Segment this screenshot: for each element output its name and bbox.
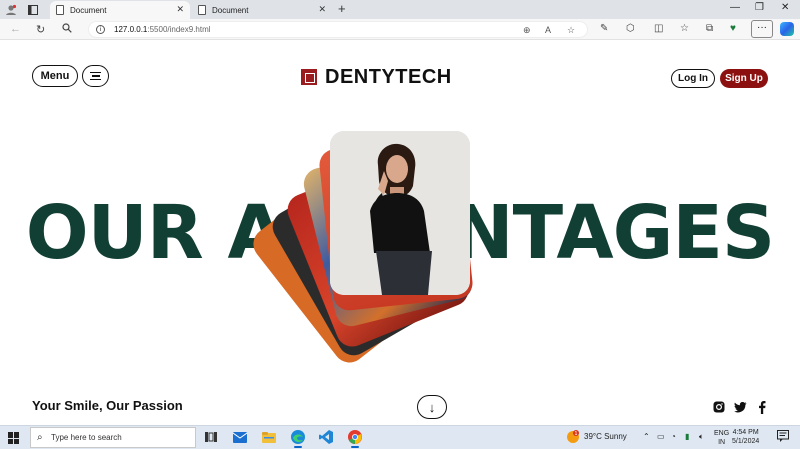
read-aloud-icon[interactable]: A	[545, 25, 551, 35]
refresh-icon[interactable]: ↻	[36, 23, 45, 36]
clock-time: 4:54 PM	[732, 429, 759, 436]
mail-icon[interactable]	[232, 429, 248, 445]
edge-browser-icon[interactable]	[290, 429, 306, 448]
close-tab-icon[interactable]: ✕	[176, 4, 184, 15]
new-tab-button[interactable]: +	[338, 2, 346, 16]
taskbar-search-box[interactable]: ⌕ Type here to search	[30, 427, 196, 448]
search-icon: ⌕	[37, 432, 43, 443]
favorites-icon[interactable]: ☆	[680, 23, 689, 34]
maximize-button[interactable]: ❐	[755, 2, 764, 13]
battery-icon[interactable]: ▮	[685, 432, 689, 441]
document-icon	[56, 5, 64, 15]
image-card-stack	[0, 41, 800, 425]
site-info-icon[interactable]: i	[96, 25, 105, 34]
tab-document-2[interactable]: Document ✕	[192, 1, 332, 19]
task-view-icon[interactable]	[203, 429, 219, 445]
search-icon[interactable]	[62, 23, 72, 36]
address-toolbar: ← ↻ i 127.0.0.1:5500/index9.html ⊕ A ☆ ✎…	[0, 19, 800, 40]
tagline: Your Smile, Our Passion	[32, 398, 183, 413]
svg-text:1: 1	[574, 431, 577, 437]
volume-icon[interactable]: 🔈︎	[699, 432, 704, 442]
weather-icon[interactable]: 1	[566, 430, 580, 446]
copilot-icon[interactable]	[780, 22, 794, 36]
back-icon[interactable]: ←	[10, 23, 21, 35]
display-icon[interactable]: ▭	[657, 432, 665, 441]
show-hidden-icons-chevron-icon[interactable]: ⌃	[643, 432, 650, 441]
arrow-down-icon: ↓	[428, 399, 436, 415]
network-icon[interactable]: ◔	[671, 432, 676, 441]
language-indicator[interactable]: ENG IN	[714, 429, 729, 447]
collections-icon[interactable]: ⧉	[706, 23, 713, 34]
start-windows-icon[interactable]	[8, 432, 20, 444]
profile-icon[interactable]	[4, 3, 18, 16]
more-menu-button[interactable]: ···	[751, 20, 773, 38]
windows-taskbar: ⌕ Type here to search 1 39°C Sunny ⌃ ▭ ◔…	[0, 425, 800, 449]
split-screen-icon[interactable]: ◫	[654, 23, 663, 34]
instagram-icon[interactable]	[712, 400, 726, 414]
minimize-button[interactable]: —	[730, 2, 740, 13]
language-code: ENG	[714, 430, 730, 437]
zoom-icon[interactable]: ⊕	[523, 25, 531, 36]
tab-actions-icon[interactable]	[26, 3, 40, 16]
file-explorer-icon[interactable]	[261, 429, 277, 445]
clock[interactable]: 4:54 PM 5/1/2024	[732, 428, 759, 446]
browser-essentials-icon[interactable]: ♥	[730, 23, 736, 34]
extensions-icon[interactable]: ⬡	[626, 23, 635, 34]
close-tab-icon[interactable]: ✕	[318, 4, 326, 15]
woman-portrait-image	[330, 131, 470, 295]
vscode-icon[interactable]	[318, 429, 334, 445]
close-window-button[interactable]: ✕	[781, 2, 789, 13]
url-field[interactable]: i 127.0.0.1:5500/index9.html ⊕ A ☆	[88, 21, 588, 38]
search-placeholder: Type here to search	[51, 433, 122, 442]
tab-title: Document	[70, 5, 107, 15]
clock-date: 5/1/2024	[732, 438, 760, 445]
scroll-down-button[interactable]: ↓	[417, 395, 447, 419]
region-code: IN	[718, 439, 726, 446]
notifications-icon[interactable]	[777, 430, 789, 444]
url-path: :5500/index9.html	[147, 25, 211, 34]
facebook-icon[interactable]	[755, 400, 769, 414]
web-page: Menu DENTYTECH Log In Sign Up OUR ADVANT…	[0, 41, 800, 425]
twitter-icon[interactable]	[733, 400, 747, 414]
chrome-icon[interactable]	[347, 429, 363, 448]
extension-pen-icon[interactable]: ✎	[600, 23, 608, 34]
document-icon	[198, 5, 206, 15]
tab-title: Document	[212, 5, 249, 15]
url-host: 127.0.0.1	[114, 25, 148, 34]
tab-document-1[interactable]: Document ✕	[50, 1, 190, 19]
weather-text[interactable]: 39°C Sunny	[584, 432, 627, 441]
favorite-star-icon[interactable]: ☆	[567, 25, 575, 36]
browser-tab-bar: Document ✕ Document ✕ + — ❐ ✕	[0, 0, 800, 19]
